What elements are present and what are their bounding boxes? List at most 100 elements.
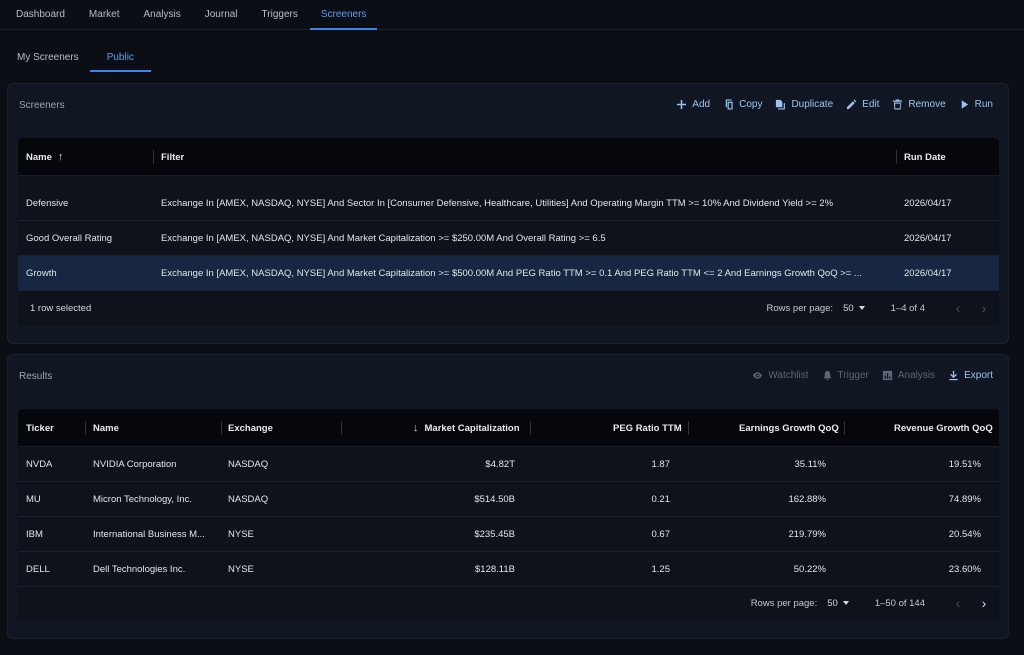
rows-per-page-label: Rows per page:: [750, 597, 818, 609]
column-header-peg[interactable]: PEG Ratio TTM: [613, 409, 682, 447]
column-header-market-cap[interactable]: ↓ Market Capitalization: [413, 409, 520, 447]
cell-revenue-growth: 19.51%: [948, 459, 981, 470]
duplicate-button[interactable]: Duplicate: [775, 99, 833, 110]
column-header-run-date[interactable]: Run Date: [904, 138, 946, 176]
tab-my-screeners[interactable]: My Screeners: [6, 42, 90, 72]
cell-name: Defensive: [26, 198, 69, 209]
tab-journal[interactable]: Journal: [193, 0, 250, 29]
caret-down-icon: [842, 601, 849, 605]
edit-button[interactable]: Edit: [846, 99, 879, 110]
tab-screeners[interactable]: Screeners: [309, 0, 378, 30]
export-button[interactable]: Export: [948, 370, 993, 381]
rows-per-page-label: Rows per page:: [766, 302, 834, 314]
screeners-header-row: Name ↑ Filter Run Date: [18, 138, 999, 176]
download-icon: [949, 370, 958, 381]
table-row[interactable]: Defensive Exchange In [AMEX, NASDAQ, NYS…: [18, 186, 999, 221]
rows-per-page-value: 50: [843, 302, 854, 314]
copy-button[interactable]: Copy: [723, 99, 762, 110]
watchlist-label: Watchlist: [768, 370, 809, 381]
edit-label: Edit: [862, 99, 880, 110]
copy-icon: [725, 99, 733, 110]
remove-button[interactable]: Remove: [892, 99, 946, 110]
column-header-name[interactable]: Name ↑: [26, 138, 63, 176]
cell-earnings-growth: 35.11%: [794, 459, 826, 470]
table-row[interactable]: MU Micron Technology, Inc. NASDAQ $514.5…: [18, 482, 999, 517]
cell-run-date: 2026/04/17: [904, 198, 952, 209]
column-header-earnings-growth[interactable]: Earnings Growth QoQ: [739, 409, 839, 447]
cell-peg: 1.87: [651, 459, 671, 470]
column-header-ticker[interactable]: Ticker: [26, 409, 54, 447]
analysis-button[interactable]: Analysis: [882, 370, 935, 381]
tab-market[interactable]: Market: [77, 0, 132, 29]
screeners-pagination: Rows per page: 50 1–4 of 4 ‹ ›: [767, 291, 999, 325]
cell-filter: Exchange In [AMEX, NASDAQ, NYSE] And Mar…: [161, 268, 862, 279]
rows-per-page-select[interactable]: 50: [827, 598, 849, 609]
chevron-right-icon[interactable]: ›: [971, 300, 997, 316]
duplicate-label: Duplicate: [791, 99, 834, 110]
eye-icon: [753, 372, 763, 379]
column-separator[interactable]: [844, 421, 845, 435]
table-row[interactable]: DELL Dell Technologies Inc. NYSE $128.11…: [18, 552, 999, 587]
screeners-table: Name ↑ Filter Run Date Defensive Exchang…: [18, 138, 999, 326]
plus-icon: [677, 99, 687, 110]
export-label: Export: [964, 370, 993, 381]
column-separator[interactable]: [530, 421, 531, 435]
cell-market-cap: $514.50B: [474, 494, 515, 505]
table-row[interactable]: IBM International Business M... NYSE $23…: [18, 517, 999, 552]
trigger-label: Trigger: [837, 370, 869, 381]
chevron-left-icon[interactable]: ‹: [945, 595, 971, 611]
cell-name: Micron Technology, Inc.: [93, 494, 192, 505]
cell-exchange: NASDAQ: [228, 494, 269, 505]
cell-revenue-growth: 20.54%: [948, 529, 981, 540]
cell-run-date: 2026/04/17: [904, 268, 952, 279]
cell-ticker: DELL: [26, 564, 50, 575]
page-range: 1–4 of 4: [890, 302, 925, 314]
column-header-name[interactable]: Name: [93, 409, 119, 447]
column-header-name-label: Name: [26, 151, 52, 163]
bell-icon: [823, 370, 831, 381]
cell-name: NVIDIA Corporation: [93, 459, 177, 470]
cell-market-cap: $235.45B: [474, 529, 515, 540]
tab-dashboard[interactable]: Dashboard: [4, 0, 77, 29]
sub-nav: My Screeners Public: [0, 42, 152, 72]
duplicate-icon: [776, 99, 786, 110]
cell-market-cap: $4.82T: [485, 459, 515, 470]
cell-revenue-growth: 74.89%: [948, 494, 981, 505]
cell-peg: 0.21: [651, 494, 671, 505]
column-header-revenue-growth[interactable]: Revenue Growth QoQ: [894, 409, 993, 447]
column-header-filter[interactable]: Filter: [161, 138, 184, 176]
cell-name: Growth: [26, 268, 57, 279]
tab-analysis[interactable]: Analysis: [131, 0, 192, 29]
header-spacer: [18, 176, 999, 186]
remove-label: Remove: [908, 99, 946, 110]
column-separator[interactable]: [153, 150, 154, 164]
table-row[interactable]: NVDA NVIDIA Corporation NASDAQ $4.82T 1.…: [18, 447, 999, 482]
chevron-left-icon[interactable]: ‹: [945, 300, 971, 316]
column-header-exchange[interactable]: Exchange: [228, 409, 273, 447]
tab-public[interactable]: Public: [89, 42, 152, 72]
sort-ascending-icon: ↑: [57, 151, 64, 163]
column-separator[interactable]: [85, 421, 86, 435]
run-button[interactable]: Run: [959, 99, 993, 110]
cell-exchange: NASDAQ: [228, 459, 269, 470]
rows-per-page-select[interactable]: 50: [843, 303, 865, 314]
results-table: Ticker Name Exchange ↓ Market Capitaliza…: [18, 409, 999, 620]
column-separator[interactable]: [688, 421, 689, 435]
cell-revenue-growth: 23.60%: [948, 564, 981, 575]
table-row-selected[interactable]: Growth Exchange In [AMEX, NASDAQ, NYSE] …: [18, 256, 999, 291]
table-row[interactable]: Good Overall Rating Exchange In [AMEX, N…: [18, 221, 999, 256]
chevron-right-icon[interactable]: ›: [971, 595, 997, 611]
run-label: Run: [974, 99, 993, 110]
trash-icon: [893, 99, 903, 110]
tab-triggers[interactable]: Triggers: [250, 0, 310, 29]
cell-market-cap: $128.11B: [475, 564, 515, 575]
watchlist-button[interactable]: Watchlist: [752, 370, 809, 381]
sort-descending-icon: ↓: [413, 422, 419, 434]
column-separator[interactable]: [896, 150, 897, 164]
cell-earnings-growth: 50.22%: [793, 564, 826, 575]
pencil-icon: [847, 99, 857, 110]
trigger-button[interactable]: Trigger: [822, 370, 869, 381]
add-button[interactable]: Add: [676, 99, 710, 110]
column-separator[interactable]: [341, 421, 342, 435]
column-separator[interactable]: [221, 421, 222, 435]
